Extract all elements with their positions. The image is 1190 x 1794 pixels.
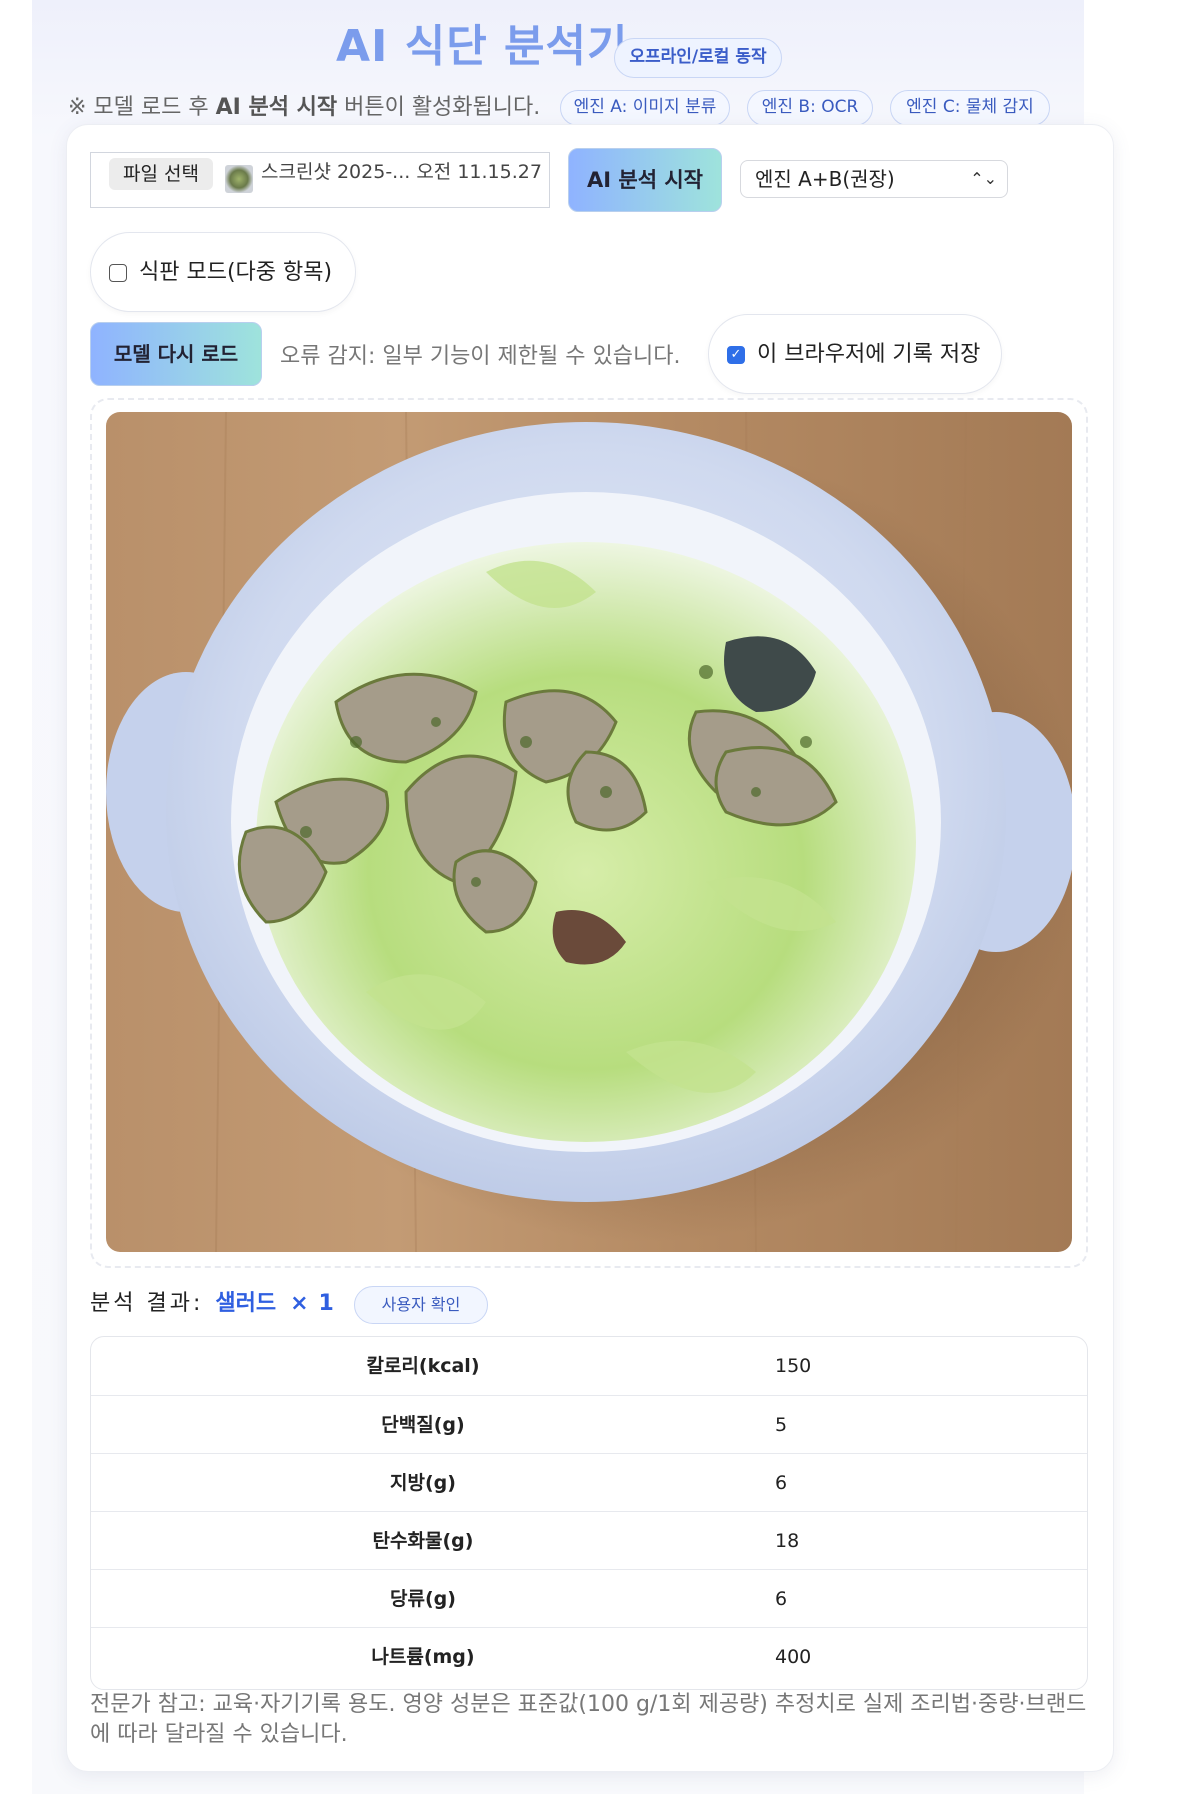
nutrient-label: 지방(g): [390, 1472, 456, 1494]
nutrient-value: 400: [775, 1646, 812, 1668]
plate-mode-toggle[interactable]: 식판 모드(다중 항목): [90, 232, 356, 312]
select-arrows-icon: ⌃⌄: [970, 169, 997, 188]
save-history-checkbox[interactable]: ✓: [727, 346, 745, 364]
error-status-text: 오류 감지: 일부 기능이 제한될 수 있습니다.: [280, 344, 681, 369]
file-thumbnail-icon: [225, 165, 253, 193]
nutrient-value: 150: [775, 1355, 812, 1377]
result-food: 샐러드: [215, 1291, 277, 1316]
file-select-button[interactable]: 파일 선택: [109, 158, 213, 190]
food-photo: [106, 412, 1072, 1252]
save-history-toggle[interactable]: ✓ 이 브라우저에 기록 저장: [708, 314, 1002, 394]
table-row: 당류(g) 6: [91, 1569, 1087, 1627]
nutrient-label: 칼로리(kcal): [366, 1355, 480, 1377]
save-history-label: 이 브라우저에 기록 저장: [757, 342, 981, 367]
nutrient-label: 당류(g): [390, 1588, 456, 1610]
nutrient-value: 18: [775, 1530, 800, 1552]
notice-prefix: ※ 모델 로드 후: [68, 95, 216, 120]
result-times-sign: ×: [290, 1291, 309, 1316]
nutrient-label: 탄수화물(g): [372, 1530, 474, 1552]
nutrient-value: 5: [775, 1414, 788, 1436]
engine-c-badge: 엔진 C: 물체 감지: [890, 90, 1050, 126]
analysis-result: 분석 결과: 샐러드 × 1: [90, 1284, 334, 1324]
nutrition-table: 칼로리(kcal) 150 단백질(g) 5 지방(g) 6 탄수화물(g) 1…: [90, 1336, 1088, 1690]
nutrient-label: 나트륨(mg): [371, 1646, 475, 1668]
expert-footnote: 전문가 참고: 교육·자기기록 용도. 영양 성분은 표준값(100 g/1회 …: [90, 1692, 1087, 1747]
table-row: 탄수화물(g) 18: [91, 1511, 1087, 1569]
table-row: 단백질(g) 5: [91, 1395, 1087, 1453]
result-label: 분석 결과:: [90, 1291, 204, 1316]
table-row: 나트륨(mg) 400: [91, 1627, 1087, 1685]
plate-mode-label: 식판 모드(다중 항목): [139, 260, 333, 285]
offline-badge: 오프라인/로컬 동작: [614, 38, 782, 78]
engine-b-badge: 엔진 B: OCR: [747, 90, 873, 126]
engine-a-badge: 엔진 A: 이미지 분류: [560, 90, 730, 126]
user-confirm-badge[interactable]: 사용자 확인: [354, 1286, 488, 1324]
model-load-notice: ※ 모델 로드 후 AI 분석 시작 버튼이 활성화됩니다.: [68, 90, 540, 126]
reload-model-button[interactable]: 모델 다시 로드: [90, 322, 262, 386]
analyze-button[interactable]: AI 분석 시작: [568, 148, 722, 212]
engine-select[interactable]: 엔진 A+B(권장) ⌃⌄: [740, 160, 1008, 198]
nutrient-value: 6: [775, 1588, 788, 1610]
file-name: 스크린샷 2025-... 오전 11.15.27: [261, 161, 542, 183]
page-title: AI 식단 분석기: [336, 21, 629, 72]
nutrient-label: 단백질(g): [381, 1414, 465, 1436]
plate-mode-checkbox[interactable]: [109, 264, 127, 282]
file-input[interactable]: 파일 선택 스크린샷 2025-... 오전 11.15.27: [90, 152, 550, 208]
notice-bold: AI 분석 시작: [215, 95, 338, 120]
table-row: 지방(g) 6: [91, 1453, 1087, 1511]
engine-select-value: 엔진 A+B(권장): [755, 167, 895, 191]
result-quantity: 1: [318, 1291, 334, 1316]
notice-suffix: 버튼이 활성화됩니다.: [337, 95, 541, 120]
nutrient-value: 6: [775, 1472, 788, 1494]
table-row: 칼로리(kcal) 150: [91, 1337, 1087, 1395]
